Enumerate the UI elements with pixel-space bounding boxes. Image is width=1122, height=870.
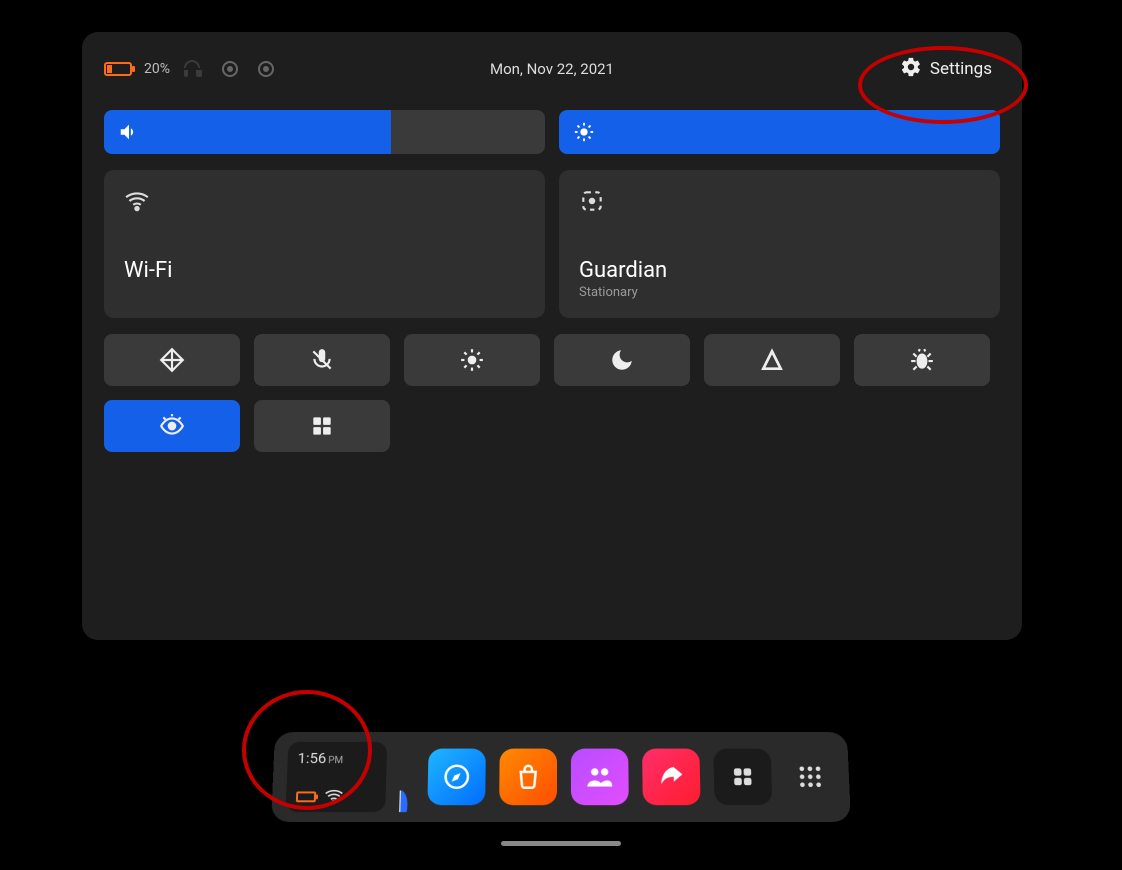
dock-status-row — [296, 787, 376, 807]
controller-left-icon — [218, 57, 242, 81]
battery-icon — [104, 62, 132, 76]
dock-explore-app[interactable] — [427, 749, 486, 806]
settings-button[interactable]: Settings — [892, 52, 1000, 87]
dock-library-button[interactable] — [713, 749, 772, 806]
tile-row: Wi-Fi Guardian Stationary — [104, 170, 1000, 318]
controller-right-icon — [254, 57, 278, 81]
guardian-subtitle: Stationary — [579, 285, 980, 300]
bug-report-toggle[interactable] — [854, 334, 990, 386]
brightness-slider[interactable] — [559, 110, 1000, 154]
gear-icon — [900, 56, 922, 83]
guardian-icon — [579, 188, 980, 218]
battery-percent: 20% — [144, 61, 170, 77]
brightness-icon — [573, 121, 595, 143]
home-indicator[interactable] — [501, 841, 621, 846]
slider-row — [104, 110, 1000, 154]
headset-icon — [182, 57, 206, 81]
quick-settings-panel: 20% Mon, Nov 22, 2021 Settings — [82, 32, 1022, 640]
toggle-grid — [104, 334, 1000, 452]
dock-clock-tile[interactable]: 1:56PM — [285, 742, 387, 812]
dock-avatar-partial[interactable] — [399, 742, 415, 812]
dock-people-app[interactable] — [571, 749, 629, 806]
recenter-toggle[interactable] — [104, 334, 240, 386]
wifi-title: Wi-Fi — [124, 258, 525, 283]
eye-tracking-toggle[interactable] — [104, 400, 240, 452]
wifi-icon — [124, 188, 525, 218]
display-brightness-toggle[interactable] — [404, 334, 540, 386]
volume-icon — [118, 121, 140, 143]
wifi-icon — [324, 787, 345, 807]
night-mode-toggle[interactable] — [554, 334, 690, 386]
dock-store-app[interactable] — [499, 749, 557, 806]
wifi-tile[interactable]: Wi-Fi — [104, 170, 545, 318]
dock-all-apps-button[interactable] — [784, 749, 836, 806]
guardian-tile[interactable]: Guardian Stationary — [559, 170, 1000, 318]
passthrough-toggle[interactable] — [704, 334, 840, 386]
battery-icon — [296, 791, 316, 802]
guardian-title: Guardian — [579, 258, 980, 283]
dock-time: 1:56PM — [297, 750, 377, 767]
mic-mute-toggle[interactable] — [254, 334, 390, 386]
header-left-status: 20% — [104, 57, 278, 81]
grid-view-toggle[interactable] — [254, 400, 390, 452]
volume-slider[interactable] — [104, 110, 545, 154]
settings-label: Settings — [930, 59, 992, 79]
dock: 1:56PM — [271, 732, 851, 822]
panel-header: 20% Mon, Nov 22, 2021 Settings — [104, 54, 1000, 84]
dock-share-app[interactable] — [642, 749, 701, 806]
